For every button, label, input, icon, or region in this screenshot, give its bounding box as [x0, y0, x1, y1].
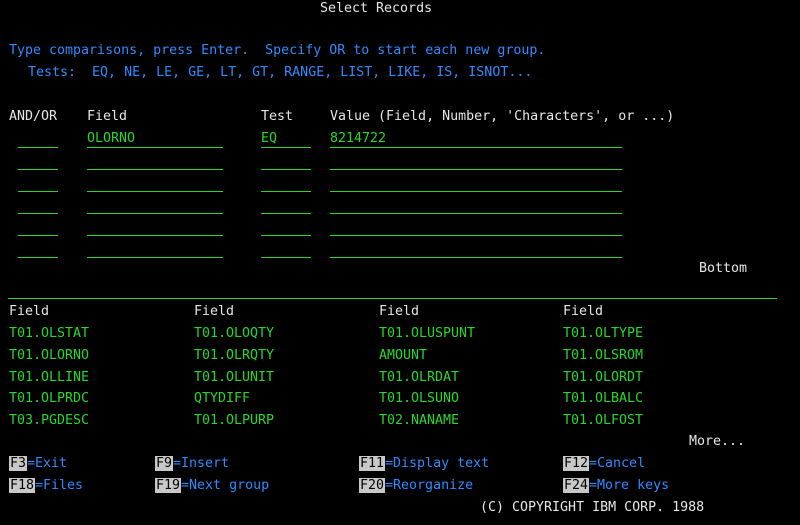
f3-key-cap: F3	[9, 456, 28, 471]
test-input[interactable]	[261, 240, 311, 258]
field-list-item: T01.OLLINE	[9, 370, 90, 385]
field-list-header: Field	[379, 304, 420, 319]
test-input[interactable]	[261, 196, 311, 214]
field-list-item: AMOUNT	[379, 348, 428, 363]
f19-key-label: =Next group	[181, 478, 270, 493]
test-header: Test	[261, 109, 294, 124]
copyright-notice: (C) COPYRIGHT IBM CORP. 1988	[480, 500, 705, 515]
value-input[interactable]	[330, 174, 622, 192]
f12-cancel-key[interactable]: F12=Cancel	[563, 455, 645, 473]
f9-key-label: =Insert	[173, 456, 230, 471]
instruction-line-1: Type comparisons, press Enter. Specify O…	[9, 43, 546, 58]
field-list-item: T01.OLOQTY	[194, 326, 275, 341]
test-input[interactable]	[261, 152, 311, 170]
f12-key-cap: F12	[563, 456, 590, 471]
andor-header: AND/OR	[9, 109, 58, 124]
instruction-line-2: Tests: EQ, NE, LE, GE, LT, GT, RANGE, LI…	[28, 65, 533, 80]
field-list-item: T01.OLORDT	[563, 370, 644, 385]
field-list-item: T02.NANAME	[379, 413, 460, 428]
field-list-item: T01.OLSROM	[563, 348, 644, 363]
field-list-header: Field	[194, 304, 235, 319]
f12-key-label: =Cancel	[589, 456, 646, 471]
andor-input[interactable]	[18, 240, 58, 258]
field-list-header: Field	[563, 304, 604, 319]
test-input[interactable]: EQ	[261, 130, 311, 148]
field-list-item: T01.OLPURP	[194, 413, 275, 428]
f19-key-cap: F19	[155, 478, 182, 493]
field-input[interactable]	[87, 152, 223, 170]
f9-insert-key[interactable]: F9=Insert	[155, 455, 229, 473]
field-list-item: T01.OLSUNO	[379, 391, 460, 406]
field-list-item: T01.OLUNIT	[194, 370, 275, 385]
andor-input[interactable]	[18, 218, 58, 236]
value-input[interactable]	[330, 240, 622, 258]
field-input[interactable]	[87, 240, 223, 258]
f11-key-label: =Display text	[385, 456, 490, 471]
field-list-item: T01.OLRQTY	[194, 348, 275, 363]
field-list-item: T01.OLORNO	[9, 348, 90, 363]
field-input[interactable]: OLORNO	[87, 130, 223, 148]
f18-key-label: =Files	[35, 478, 84, 493]
field-header: Field	[87, 109, 128, 124]
f19-next-group-key[interactable]: F19=Next group	[155, 477, 269, 495]
field-list-item: T01.OLTYPE	[563, 326, 644, 341]
separator-line	[8, 298, 777, 299]
andor-input[interactable]	[18, 130, 58, 148]
f3-key-label: =Exit	[27, 456, 68, 471]
field-list-header: Field	[9, 304, 50, 319]
f20-reorganize-key[interactable]: F20=Reorganize	[359, 477, 473, 495]
f24-more-keys-key[interactable]: F24=More keys	[563, 477, 669, 495]
value-input[interactable]: 8214722	[330, 130, 622, 148]
f3-exit-key[interactable]: F3=Exit	[9, 455, 67, 473]
bottom-indicator: Bottom	[699, 261, 748, 276]
f18-key-cap: F18	[9, 478, 36, 493]
field-list-item: T01.OLRDAT	[379, 370, 460, 385]
field-input[interactable]	[87, 196, 223, 214]
test-input[interactable]	[261, 174, 311, 192]
field-input[interactable]	[87, 218, 223, 236]
f18-files-key[interactable]: F18=Files	[9, 477, 83, 495]
field-list-item: T01.OLPRDC	[9, 391, 90, 406]
field-list-item: T03.PGDESC	[9, 413, 90, 428]
f11-display-text-key[interactable]: F11=Display text	[359, 455, 489, 473]
f11-key-cap: F11	[359, 456, 386, 471]
value-header: Value (Field, Number, 'Characters', or .…	[330, 109, 675, 124]
f9-key-cap: F9	[155, 456, 174, 471]
field-list-item: T01.OLBALC	[563, 391, 644, 406]
value-input[interactable]	[330, 218, 622, 236]
f24-key-label: =More keys	[589, 478, 670, 493]
andor-input[interactable]	[18, 196, 58, 214]
f20-key-cap: F20	[359, 478, 386, 493]
field-list-item: T01.OLUSPUNT	[379, 326, 476, 341]
f24-key-cap: F24	[563, 478, 590, 493]
field-list-item: T01.OLSTAT	[9, 326, 90, 341]
more-indicator: More...	[689, 434, 746, 449]
field-list-item: T01.OLFOST	[563, 413, 644, 428]
screen-title: Select Records	[320, 1, 433, 16]
field-input[interactable]	[87, 174, 223, 192]
andor-input[interactable]	[18, 152, 58, 170]
test-input[interactable]	[261, 218, 311, 236]
field-list-item: QTYDIFF	[194, 391, 251, 406]
andor-input[interactable]	[18, 174, 58, 192]
f20-key-label: =Reorganize	[385, 478, 474, 493]
value-input[interactable]	[330, 152, 622, 170]
value-input[interactable]	[330, 196, 622, 214]
